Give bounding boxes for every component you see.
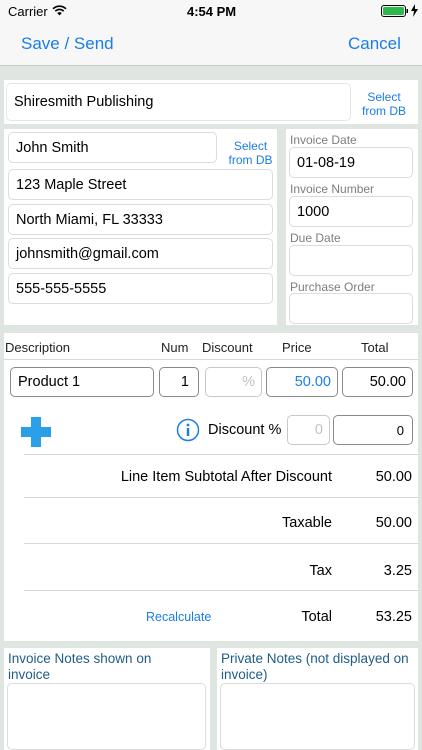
private-notes-label: Private Notes (not displayed on invoice) <box>221 651 409 682</box>
subtotal-value: 50.00 <box>375 469 412 485</box>
col-header-price: Price <box>282 340 312 355</box>
line-discount-field[interactable]: % <box>205 367 262 397</box>
subtotal-divider <box>24 497 418 498</box>
due-date-label: Due Date <box>290 231 341 245</box>
phone-field[interactable]: 555-555-5555 <box>8 273 273 304</box>
discount-percent-field[interactable]: 0 <box>287 415 330 445</box>
line-num-field[interactable]: 1 <box>159 367 199 397</box>
invoice-notes-panel: Invoice Notes shown on invoice <box>4 648 210 750</box>
email-field[interactable]: johnsmith@gmail.com <box>8 238 273 269</box>
tax-label: Tax <box>309 563 332 579</box>
battery-icon <box>381 5 408 17</box>
carrier-label: Carrier <box>8 4 48 19</box>
invoice-info-panel: Invoice Date 01-08-19 Invoice Number 100… <box>286 129 418 325</box>
col-header-total: Total <box>361 340 389 355</box>
line-total-field[interactable]: 50.00 <box>342 367 413 397</box>
invoice-number-label: Invoice Number <box>290 182 375 196</box>
line-price-field[interactable]: 50.00 <box>266 367 338 397</box>
subtotal-label: Line Item Subtotal After Discount <box>120 469 332 485</box>
taxable-divider <box>24 543 418 544</box>
client-select-db-link[interactable]: Select from DB <box>222 139 279 167</box>
header-divider <box>4 359 418 360</box>
invoice-number-field[interactable]: 1000 <box>289 196 413 227</box>
client-name-field[interactable]: John Smith <box>8 132 217 163</box>
tax-value: 3.25 <box>383 563 412 579</box>
private-notes-textarea[interactable] <box>220 683 415 750</box>
discount-amount-field[interactable]: 0 <box>333 415 413 445</box>
purchase-order-field[interactable] <box>289 293 413 324</box>
private-notes-panel: Private Notes (not displayed on invoice) <box>217 648 418 750</box>
save-send-button[interactable]: Save / Send <box>21 34 114 54</box>
clock: 4:54 PM <box>187 4 237 19</box>
invoice-date-field[interactable]: 01-08-19 <box>289 147 413 178</box>
info-icon[interactable] <box>176 418 200 442</box>
col-header-description: Description <box>5 340 71 355</box>
company-select-db-link[interactable]: Select from DB <box>354 90 414 118</box>
nav-bar: Save / Send Cancel <box>0 22 422 66</box>
bolt-icon <box>411 4 418 17</box>
total-label: Total <box>301 609 332 625</box>
status-bar: Carrier 4:54 PM <box>0 0 422 22</box>
plus-icon[interactable] <box>19 415 53 449</box>
address-line2-field[interactable]: North Miami, FL 33333 <box>8 204 273 235</box>
line-items-panel: Description Num Discount Price Total Pro… <box>4 333 418 641</box>
table-row: Product 1 1 % 50.00 50.00 <box>4 367 418 399</box>
taxable-value: 50.00 <box>375 515 412 531</box>
taxable-label: Taxable <box>282 515 332 531</box>
col-header-num: Num <box>161 340 189 355</box>
tax-divider <box>24 590 418 591</box>
total-value: 53.25 <box>375 609 412 625</box>
invoice-date-label: Invoice Date <box>290 133 357 147</box>
discount-percent-label: Discount % <box>208 422 282 438</box>
invoice-notes-textarea[interactable] <box>7 683 206 750</box>
wifi-icon <box>52 5 67 16</box>
discount-divider <box>24 454 418 455</box>
col-header-discount: Discount <box>202 340 253 355</box>
address-line1-field[interactable]: 123 Maple Street <box>8 169 273 200</box>
cancel-button[interactable]: Cancel <box>348 34 401 54</box>
recalculate-button[interactable]: Recalculate <box>146 610 211 624</box>
company-name-field[interactable]: Shiresmith Publishing <box>6 83 351 121</box>
line-description-field[interactable]: Product 1 <box>10 367 154 397</box>
due-date-field[interactable] <box>289 245 413 276</box>
purchase-order-label: Purchase Order <box>290 280 375 294</box>
invoice-notes-label: Invoice Notes shown on invoice <box>8 651 152 682</box>
client-panel: John Smith Select from DB 123 Maple Stre… <box>4 129 277 325</box>
company-panel: Shiresmith Publishing Select from DB <box>4 80 418 124</box>
